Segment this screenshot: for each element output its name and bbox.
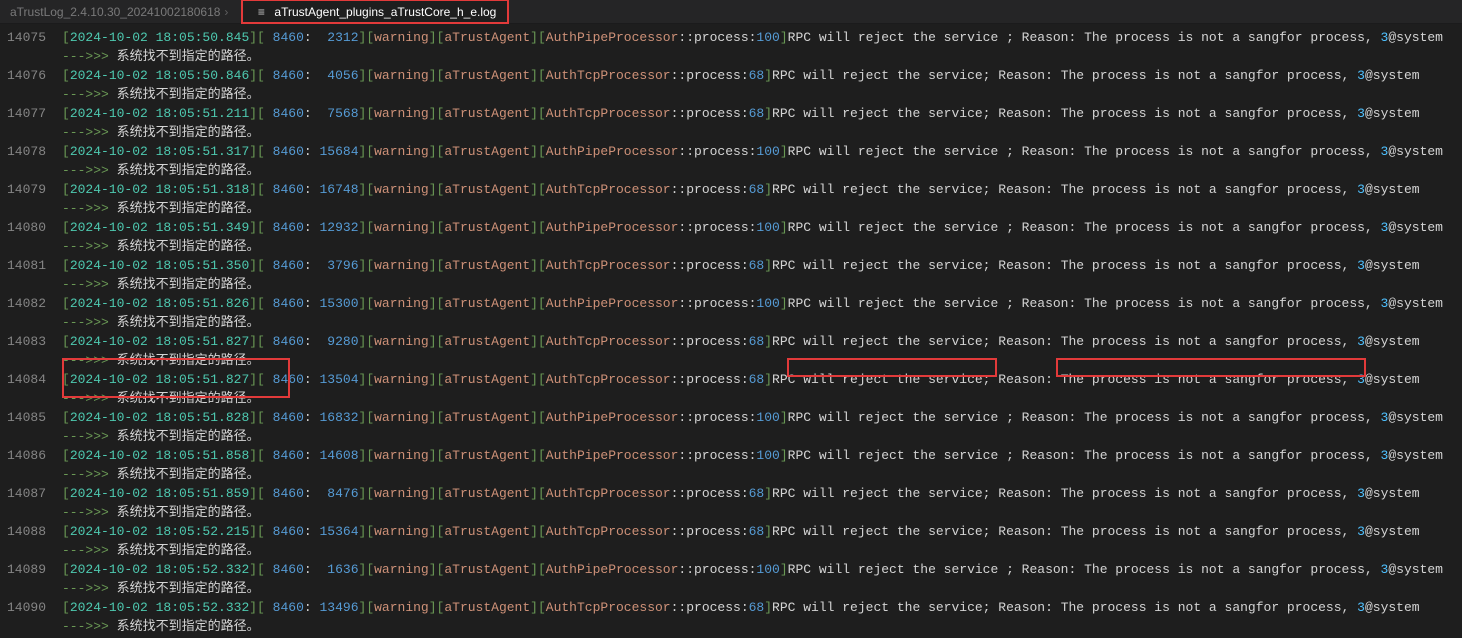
log-content: [2024-10-02 18:05:50.845][ 8460: 2312][w… [62,28,1462,47]
log-line[interactable]: 14076[2024-10-02 18:05:50.846][ 8460: 40… [0,66,1462,85]
log-content: [2024-10-02 18:05:51.350][ 8460: 3796][w… [62,256,1462,275]
log-content: --->>> 系统找不到指定的路径。 [62,541,1462,560]
log-content: --->>> 系统找不到指定的路径。 [62,617,1462,636]
log-line[interactable]: 14084[2024-10-02 18:05:51.827][ 8460: 13… [0,370,1462,389]
tab-bar: aTrustLog_2.4.10.30_20241002180618 › ≡ a… [0,0,1462,24]
log-content: --->>> 系统找不到指定的路径。 [62,313,1462,332]
file-icon: ≡ [254,5,268,19]
log-line-continued[interactable]: --->>> 系统找不到指定的路径。 [0,85,1462,104]
log-content: --->>> 系统找不到指定的路径。 [62,199,1462,218]
tab-label: aTrustAgent_plugins_aTrustCore_h_e.log [274,5,496,19]
line-number: 14075 [0,28,62,47]
log-line-continued[interactable]: --->>> 系统找不到指定的路径。 [0,465,1462,484]
log-content: [2024-10-02 18:05:51.349][ 8460: 12932][… [62,218,1462,237]
log-content: [2024-10-02 18:05:51.858][ 8460: 14608][… [62,446,1462,465]
log-line-continued[interactable]: --->>> 系统找不到指定的路径。 [0,427,1462,446]
log-line-continued[interactable]: --->>> 系统找不到指定的路径。 [0,47,1462,66]
log-line-continued[interactable]: --->>> 系统找不到指定的路径。 [0,541,1462,560]
log-content: --->>> 系统找不到指定的路径。 [62,351,1462,370]
line-number: 14090 [0,598,62,617]
log-content: [2024-10-02 18:05:51.827][ 8460: 9280][w… [62,332,1462,351]
log-line-continued[interactable]: --->>> 系统找不到指定的路径。 [0,579,1462,598]
log-content: --->>> 系统找不到指定的路径。 [62,465,1462,484]
log-line-continued[interactable]: --->>> 系统找不到指定的路径。 [0,389,1462,408]
log-line-continued[interactable]: --->>> 系统找不到指定的路径。 [0,123,1462,142]
line-number: 14087 [0,484,62,503]
log-line[interactable]: 14081[2024-10-02 18:05:51.350][ 8460: 37… [0,256,1462,275]
log-line[interactable]: 14082[2024-10-02 18:05:51.826][ 8460: 15… [0,294,1462,313]
log-content: --->>> 系统找不到指定的路径。 [62,427,1462,446]
line-number: 14085 [0,408,62,427]
log-content: --->>> 系统找不到指定的路径。 [62,47,1462,66]
log-line[interactable]: 14086[2024-10-02 18:05:51.858][ 8460: 14… [0,446,1462,465]
log-content: [2024-10-02 18:05:51.826][ 8460: 15300][… [62,294,1462,313]
log-line-continued[interactable]: --->>> 系统找不到指定的路径。 [0,161,1462,180]
chevron-right-icon: › [224,5,228,19]
log-line[interactable]: 14078[2024-10-02 18:05:51.317][ 8460: 15… [0,142,1462,161]
log-content: --->>> 系统找不到指定的路径。 [62,123,1462,142]
log-content: --->>> 系统找不到指定的路径。 [62,237,1462,256]
line-number: 14078 [0,142,62,161]
line-number: 14080 [0,218,62,237]
log-line[interactable]: 14087[2024-10-02 18:05:51.859][ 8460: 84… [0,484,1462,503]
line-number: 14077 [0,104,62,123]
log-line-continued[interactable]: --->>> 系统找不到指定的路径。 [0,351,1462,370]
log-line[interactable]: 14089[2024-10-02 18:05:52.332][ 8460: 16… [0,560,1462,579]
log-content: --->>> 系统找不到指定的路径。 [62,389,1462,408]
log-content: [2024-10-02 18:05:51.827][ 8460: 13504][… [62,370,1462,389]
log-line-continued[interactable]: --->>> 系统找不到指定的路径。 [0,313,1462,332]
log-content: [2024-10-02 18:05:52.215][ 8460: 15364][… [62,522,1462,541]
line-number: 14081 [0,256,62,275]
log-content: --->>> 系统找不到指定的路径。 [62,579,1462,598]
log-content: [2024-10-02 18:05:51.317][ 8460: 15684][… [62,142,1462,161]
log-line[interactable]: 14088[2024-10-02 18:05:52.215][ 8460: 15… [0,522,1462,541]
log-content: --->>> 系统找不到指定的路径。 [62,161,1462,180]
log-line[interactable]: 14079[2024-10-02 18:05:51.318][ 8460: 16… [0,180,1462,199]
log-content: [2024-10-02 18:05:51.828][ 8460: 16832][… [62,408,1462,427]
line-number: 14086 [0,446,62,465]
log-content: [2024-10-02 18:05:51.211][ 8460: 7568][w… [62,104,1462,123]
log-line[interactable]: 14075[2024-10-02 18:05:50.845][ 8460: 23… [0,28,1462,47]
log-line[interactable]: 14080[2024-10-02 18:05:51.349][ 8460: 12… [0,218,1462,237]
log-line-continued[interactable]: --->>> 系统找不到指定的路径。 [0,503,1462,522]
line-number: 14084 [0,370,62,389]
log-line[interactable]: 14077[2024-10-02 18:05:51.211][ 8460: 75… [0,104,1462,123]
log-content: [2024-10-02 18:05:52.332][ 8460: 1636][w… [62,560,1462,579]
log-content: --->>> 系统找不到指定的路径。 [62,275,1462,294]
log-content: --->>> 系统找不到指定的路径。 [62,503,1462,522]
log-line-continued[interactable]: --->>> 系统找不到指定的路径。 [0,237,1462,256]
log-content: [2024-10-02 18:05:51.859][ 8460: 8476][w… [62,484,1462,503]
line-number: 14089 [0,560,62,579]
log-line-continued[interactable]: --->>> 系统找不到指定的路径。 [0,617,1462,636]
line-number: 14088 [0,522,62,541]
line-number: 14079 [0,180,62,199]
log-line[interactable]: 14090[2024-10-02 18:05:52.332][ 8460: 13… [0,598,1462,617]
log-line[interactable]: 14085[2024-10-02 18:05:51.828][ 8460: 16… [0,408,1462,427]
code-editor[interactable]: 14075[2024-10-02 18:05:50.845][ 8460: 23… [0,24,1462,638]
breadcrumb-root: aTrustLog_2.4.10.30_20241002180618 [10,5,220,19]
line-number: 14082 [0,294,62,313]
log-content: [2024-10-02 18:05:51.318][ 8460: 16748][… [62,180,1462,199]
log-content: [2024-10-02 18:05:50.846][ 8460: 4056][w… [62,66,1462,85]
line-number: 14076 [0,66,62,85]
log-line-continued[interactable]: --->>> 系统找不到指定的路径。 [0,199,1462,218]
log-line-continued[interactable]: --->>> 系统找不到指定的路径。 [0,275,1462,294]
breadcrumb[interactable]: aTrustLog_2.4.10.30_20241002180618 › [0,0,242,23]
log-line[interactable]: 14083[2024-10-02 18:05:51.827][ 8460: 92… [0,332,1462,351]
log-content: [2024-10-02 18:05:52.332][ 8460: 13496][… [62,598,1462,617]
log-content: --->>> 系统找不到指定的路径。 [62,85,1462,104]
tab-active-file[interactable]: ≡ aTrustAgent_plugins_aTrustCore_h_e.log [242,0,508,23]
line-number: 14083 [0,332,62,351]
